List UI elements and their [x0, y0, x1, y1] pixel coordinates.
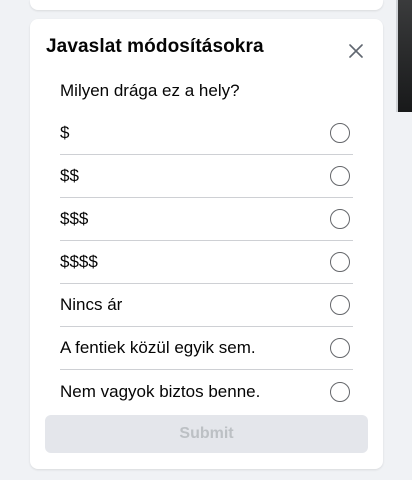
option-label: $ — [60, 123, 70, 142]
option-label: Nincs ár — [60, 295, 123, 314]
background-image — [398, 0, 412, 112]
close-button[interactable] — [344, 39, 368, 63]
radio-button[interactable] — [330, 338, 350, 358]
option-label: $$ — [60, 166, 79, 185]
option-row[interactable]: Nincs ár — [60, 284, 353, 327]
dialog-title: Javaslat módosításokra — [46, 36, 264, 57]
option-row[interactable]: $ — [60, 112, 353, 155]
radio-button[interactable] — [330, 252, 350, 272]
close-icon — [349, 44, 363, 58]
question-text: Milyen drága ez a hely? — [60, 81, 240, 100]
option-row[interactable]: $$$$ — [60, 241, 353, 284]
radio-button[interactable] — [330, 295, 350, 315]
submit-button[interactable]: Submit — [45, 415, 368, 453]
radio-button[interactable] — [330, 166, 350, 186]
option-row[interactable]: A fentiek közül egyik sem. — [60, 327, 353, 370]
option-label: A fentiek közül egyik sem. — [60, 338, 256, 357]
option-label: $$$$ — [60, 252, 98, 271]
option-row[interactable]: $$ — [60, 155, 353, 198]
background-card — [30, 0, 383, 10]
radio-button[interactable] — [330, 209, 350, 229]
radio-button[interactable] — [330, 123, 350, 143]
radio-button[interactable] — [330, 381, 350, 402]
option-label: $$$ — [60, 209, 89, 228]
option-row[interactable]: $$$ — [60, 198, 353, 241]
price-options-list: $ $$ $$$ $$$$ Nincs ár A fentiek közül e… — [60, 112, 353, 413]
option-row[interactable]: Nem vagyok biztos benne. — [60, 370, 353, 413]
suggest-edits-dialog: Javaslat módosításokra Milyen drága ez a… — [30, 19, 383, 469]
option-label: Nem vagyok biztos benne. — [60, 381, 261, 401]
